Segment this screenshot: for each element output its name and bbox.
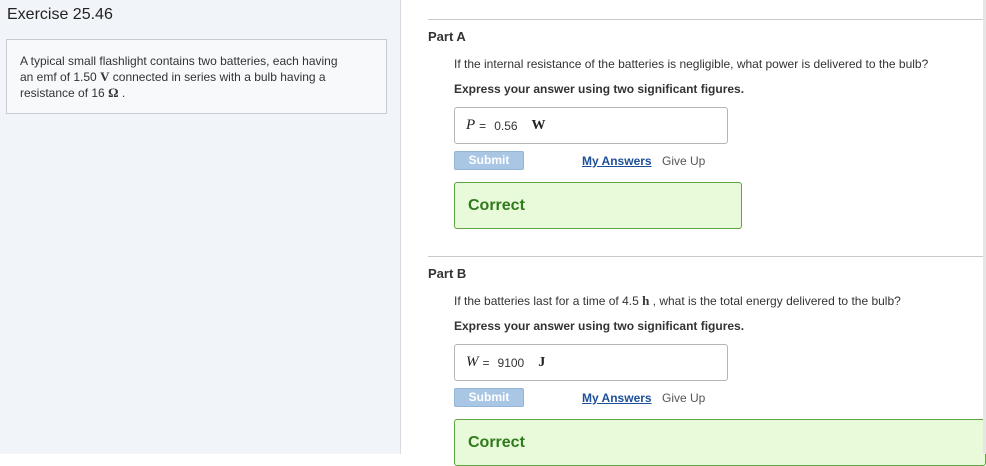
answer-unit: J	[538, 354, 546, 370]
problem-statement: A typical small flashlight contains two …	[6, 39, 387, 114]
ohm-symbol: Ω	[108, 85, 119, 100]
problem-panel: Exercise 25.46 A typical small flashligh…	[0, 0, 401, 454]
part-a-correct-feedback: Correct	[454, 182, 742, 229]
part-a-title: Part A	[428, 29, 466, 44]
answer-variable: P	[466, 117, 476, 133]
part-a-question: If the internal resistance of the batter…	[454, 57, 929, 71]
part-b-my-answers-link[interactable]: My Answers	[582, 391, 652, 405]
part-a-divider	[428, 19, 986, 20]
part-a-instruction: Express your answer using two significan…	[454, 82, 745, 96]
part-b-divider	[428, 256, 986, 257]
problem-line-1: A typical small flashlight contains two …	[20, 54, 338, 68]
part-b-title: Part B	[428, 266, 467, 281]
problem-line-2: an emf of 1.50 V connected in series wit…	[20, 69, 326, 84]
answer-value[interactable]: 0.56	[494, 119, 517, 133]
part-b-question: If the batteries last for a time of 4.5 …	[454, 293, 901, 308]
problem-line-3: resistance of 16 Ω .	[20, 85, 126, 100]
answer-equals: =	[482, 355, 490, 370]
part-b-give-up-link[interactable]: Give Up	[662, 391, 705, 405]
answer-value[interactable]: 9100	[498, 356, 525, 370]
answer-unit: W	[531, 117, 546, 133]
part-b-answer-field[interactable]: W = 9100 J	[454, 344, 728, 381]
part-a-submit-button[interactable]: Submit	[454, 151, 524, 170]
part-a-answer-field[interactable]: P = 0.56 W	[454, 107, 728, 144]
answer-equals: =	[479, 118, 487, 133]
answer-variable: W	[466, 354, 479, 370]
part-b: Part B If the batteries last for a time …	[428, 256, 986, 466]
part-b-correct-feedback: Correct	[454, 419, 986, 466]
part-b-instruction: Express your answer using two significan…	[454, 319, 745, 333]
exercise-title: Exercise 25.46	[7, 6, 113, 23]
part-b-submit-button[interactable]: Submit	[454, 388, 524, 407]
part-a-my-answers-link[interactable]: My Answers	[582, 154, 652, 168]
part-a-give-up-link[interactable]: Give Up	[662, 154, 705, 168]
part-a: Part A If the internal resistance of the…	[428, 19, 986, 234]
